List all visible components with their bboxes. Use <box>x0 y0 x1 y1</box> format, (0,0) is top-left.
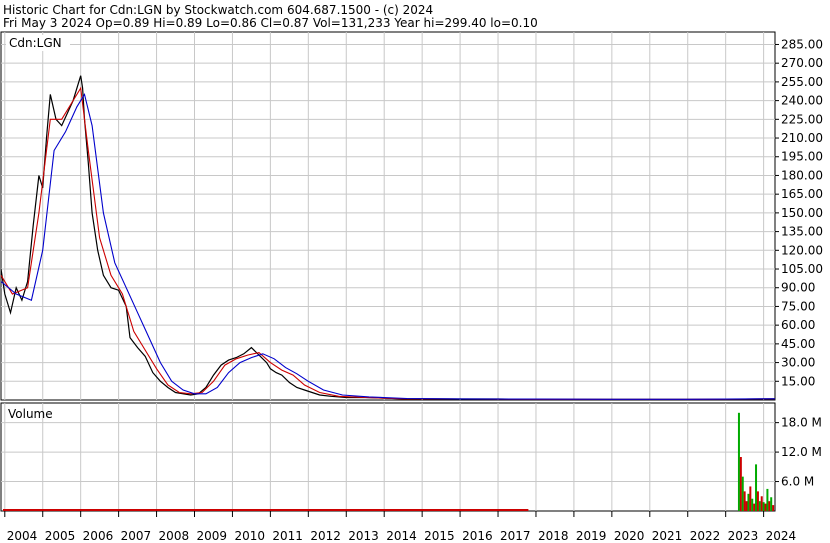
x-tick-label: 2011 <box>272 529 303 543</box>
x-tick-label: 2008 <box>159 529 190 543</box>
price-y-tick-label: 30.00 <box>781 356 815 370</box>
x-tick-label: 2024 <box>766 529 797 543</box>
price-y-tick-label: 210.00 <box>781 131 823 145</box>
volume-bar <box>756 491 759 511</box>
price-y-tick-label: 75.00 <box>781 299 815 313</box>
volume-bar <box>766 488 769 511</box>
x-tick-label: 2023 <box>728 529 759 543</box>
volume-bar <box>768 501 771 511</box>
price-y-tick-label: 60.00 <box>781 318 815 332</box>
x-tick-label: 2019 <box>576 529 607 543</box>
volume-y-tick-label: 6.0 M <box>781 475 814 489</box>
volume-bar <box>745 501 748 511</box>
price-y-tick-label: 240.00 <box>781 94 823 108</box>
price-y-tick-label: 120.00 <box>781 243 823 257</box>
price-y-tick-label: 195.00 <box>781 150 823 164</box>
volume-bar <box>758 501 761 511</box>
volume-y-axis: 6.0 M 12.0 M 18.0 M <box>775 416 822 489</box>
price-y-tick-label: 105.00 <box>781 262 823 276</box>
x-tick-label: 2005 <box>45 529 76 543</box>
x-tick-label: 2004 <box>7 529 38 543</box>
volume-bar <box>741 476 744 511</box>
price-panel-frame <box>0 31 776 401</box>
x-tick-label: 2022 <box>690 529 721 543</box>
price-y-tick-label: 255.00 <box>781 75 823 89</box>
price-y-tick-label: 45.00 <box>781 337 815 351</box>
x-axis: 2004 2005 2006 2007 2008 2009 2010 2011 2012 2013… <box>4 511 797 543</box>
price-y-tick-label: 165.00 <box>781 187 823 201</box>
volume-y-tick-label: 18.0 M <box>781 416 822 430</box>
volume-bar <box>764 503 767 511</box>
price-title: Cdn:LGN <box>9 36 62 50</box>
volume-title: Volume <box>8 407 53 421</box>
volume-bar <box>751 498 754 511</box>
volume-bar <box>755 464 758 511</box>
volume-bar <box>762 502 765 511</box>
chart-header-line2: Fri May 3 2024 Op=0.89 Hi=0.89 Lo=0.86 C… <box>3 16 538 30</box>
x-tick-label: 2018 <box>538 529 569 543</box>
volume-bar <box>739 457 742 511</box>
x-tick-label: 2017 <box>500 529 531 543</box>
volume-y-tick-label: 12.0 M <box>781 445 822 459</box>
x-tick-label: 2013 <box>348 529 379 543</box>
x-tick-label: 2015 <box>424 529 455 543</box>
x-tick-label: 2009 <box>197 529 228 543</box>
volume-panel-frame <box>0 402 776 512</box>
price-y-tick-label: 135.00 <box>781 225 823 239</box>
x-tick-label: 2007 <box>121 529 152 543</box>
price-y-tick-label: 15.00 <box>781 374 815 388</box>
price-y-axis: 15.00 30.00 45.00 60.00 75.00 90.00 105.00 120.… <box>775 37 823 388</box>
price-y-tick-label: 90.00 <box>781 281 815 295</box>
volume-bar <box>737 412 740 511</box>
volume-bar <box>749 486 752 511</box>
price-y-tick-label: 270.00 <box>781 56 823 70</box>
stock-chart: Historic Chart for Cdn:LGN by Stockwatch… <box>0 3 823 543</box>
price-y-tick-label: 150.00 <box>781 206 823 220</box>
x-tick-label: 2010 <box>234 529 265 543</box>
price-y-tick-label: 180.00 <box>781 168 823 182</box>
volume-bar <box>760 496 763 511</box>
volume-bar <box>772 505 775 511</box>
x-tick-label: 2016 <box>462 529 493 543</box>
x-tick-label: 2012 <box>310 529 341 543</box>
volume-bar <box>753 503 756 511</box>
price-panel: Cdn:LGN 15.00 30.00 45.00 60.00 75.00 90.00 10… <box>0 31 823 401</box>
x-tick-label: 2014 <box>386 529 417 543</box>
volume-bar <box>747 493 750 511</box>
volume-bar <box>743 491 746 511</box>
chart-header-line1: Historic Chart for Cdn:LGN by Stockwatch… <box>3 3 433 17</box>
volume-panel: Volume 6.0 M 12.0 M 18.0 M <box>0 402 822 512</box>
volume-bar <box>770 497 773 511</box>
x-tick-label: 2006 <box>83 529 114 543</box>
x-tick-label: 2021 <box>652 529 683 543</box>
price-y-tick-label: 285.00 <box>781 37 823 51</box>
x-tick-label: 2020 <box>614 529 645 543</box>
price-y-tick-label: 225.00 <box>781 112 823 126</box>
